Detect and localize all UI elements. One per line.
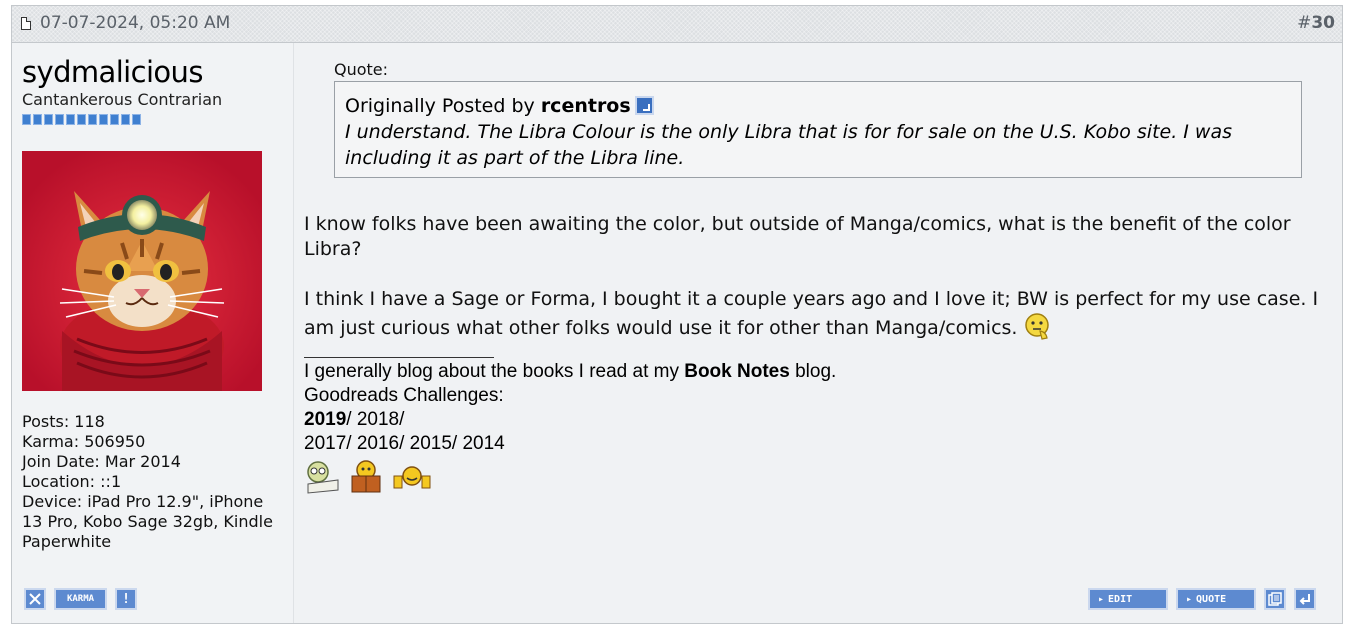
reputation-pip: [110, 114, 119, 125]
post-date: 07-07-2024, 05:20 AM: [40, 13, 231, 33]
signature-line-2: Goodreads Challenges:: [304, 385, 504, 406]
username-link[interactable]: sydmalicious: [22, 55, 203, 89]
user-stat-karma: Karma: 506950: [22, 432, 146, 451]
signature: I generally blog about the books I read …: [304, 329, 904, 494]
post-header: 07-07-2024, 05:20 AM #30: [12, 6, 1342, 43]
user-stat-device: Device: iPad Pro 12.9", iPhone 13 Pro, K…: [22, 492, 273, 551]
user-stat-join-date: Join Date: Mar 2014: [22, 452, 181, 471]
report-post-button[interactable]: !: [115, 588, 137, 610]
post-paragraph-1: I know folks have been awaiting the colo…: [304, 213, 1291, 260]
reputation-pip: [66, 114, 75, 125]
quote-label: Quote:: [334, 60, 389, 79]
close-x-icon: [29, 593, 41, 605]
reputation-pip: [44, 114, 53, 125]
reputation-pip: [99, 114, 108, 125]
post-action-buttons: ▸ EDIT ▸ QUOTE: [1088, 588, 1316, 610]
user-avatar: [22, 151, 262, 391]
multi-quote-icon: [1268, 592, 1282, 606]
quick-reply-button[interactable]: [1294, 588, 1316, 610]
user-action-buttons: KARMA !: [24, 588, 137, 610]
forum-post: 07-07-2024, 05:20 AM #30 sydmalicious Ca…: [11, 5, 1343, 624]
signature-divider: [304, 357, 494, 358]
reputation-bar: [22, 114, 141, 125]
goodreads-2019-link[interactable]: 2019: [304, 409, 346, 430]
play-arrow-icon: ▸: [1098, 593, 1105, 605]
reply-arrow-icon: [1299, 594, 1310, 605]
user-title: Cantankerous Contrarian: [22, 90, 223, 109]
book-smiley-icon: [351, 460, 381, 493]
reading-smiley-icon: [307, 461, 339, 494]
thinking-smiley-icon: [1024, 312, 1052, 347]
book-notes-link[interactable]: Book Notes: [684, 361, 790, 382]
view-post-icon[interactable]: [634, 96, 654, 115]
signature-line-1: I generally blog about the books I read …: [304, 361, 837, 382]
goodreads-2018-link[interactable]: / 2018/: [346, 409, 404, 430]
reputation-pip: [22, 114, 31, 125]
reputation-pip: [55, 114, 64, 125]
user-stat-posts: Posts: 118: [22, 412, 105, 431]
post-content: Quote: Originally Posted by rcentros I u…: [304, 43, 1334, 623]
edit-button[interactable]: ▸ EDIT: [1088, 588, 1168, 610]
block-user-button[interactable]: [24, 588, 46, 610]
play-arrow-icon: ▸: [1186, 593, 1193, 605]
quote-author: rcentros: [540, 95, 631, 117]
signature-line-3: 2019/ 2018/: [304, 408, 904, 432]
reputation-pip: [132, 114, 141, 125]
reputation-pip: [33, 114, 42, 125]
post-document-icon: [21, 17, 31, 30]
cat-avatar-image: [22, 151, 262, 391]
post-number-hash: #: [1297, 13, 1312, 33]
post-number: #30: [1297, 13, 1335, 33]
quote-text: I understand. The Libra Colour is the on…: [345, 121, 1233, 169]
user-stat-location: Location: ::1: [22, 472, 122, 491]
quote-attribution: Originally Posted by rcentros: [345, 93, 1291, 119]
user-info-pane: sydmalicious Cantankerous Contrarian Pos…: [12, 43, 294, 623]
reputation-pip: [121, 114, 130, 125]
post-number-link[interactable]: 30: [1311, 13, 1335, 33]
multi-quote-button[interactable]: [1264, 588, 1286, 610]
user-stats: Posts: 118 Karma: 506950 Join Date: Mar …: [22, 412, 287, 552]
quote-button[interactable]: ▸ QUOTE: [1176, 588, 1256, 610]
waving-smiley-icon: [393, 466, 431, 489]
reputation-pip: [77, 114, 86, 125]
karma-button[interactable]: KARMA: [54, 588, 107, 610]
signature-line-4[interactable]: 2017/ 2016/ 2015/ 2014: [304, 432, 904, 456]
quote-originally-posted-by: Originally Posted by: [345, 95, 535, 117]
reputation-pip: [88, 114, 97, 125]
quote-block: Originally Posted by rcentros I understa…: [334, 81, 1302, 178]
signature-smileys: [304, 460, 904, 494]
